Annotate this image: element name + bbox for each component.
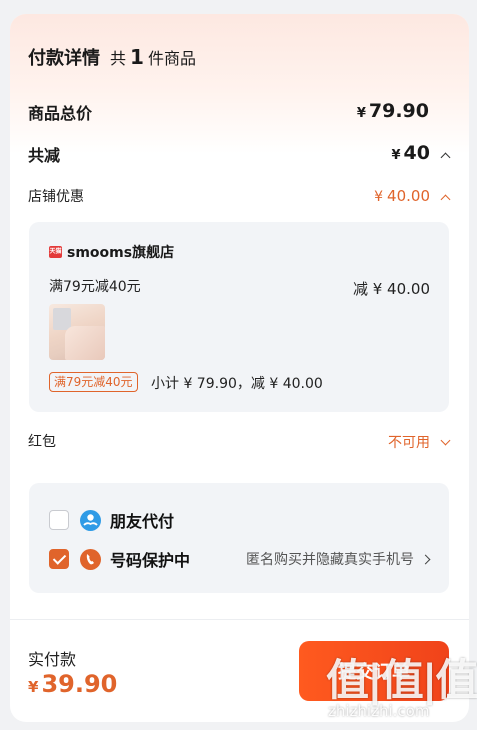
pay-amount: ¥ 39.90 [28, 670, 117, 698]
friend-pay-icon [80, 509, 101, 531]
promo-rule: 满79元减40元 [49, 279, 141, 295]
pay-amount-label: 实付款 [28, 650, 77, 669]
product-label-patch [53, 308, 71, 330]
total-price: ¥ 79.90 [357, 100, 429, 122]
store-discount-card: 天猫 smooms旗舰店 满79元减40元 减 ¥ 40.00 满79元减40元… [29, 222, 449, 412]
product-thumbnail[interactable] [49, 304, 105, 360]
total-currency: ¥ [356, 106, 366, 121]
footer-divider [10, 619, 469, 620]
friend-pay-checkbox[interactable] [49, 510, 69, 530]
header-gradient [10, 14, 469, 154]
store-discount-currency: ¥ [374, 189, 384, 205]
submit-order-button[interactable]: 提交订单 [299, 641, 449, 701]
red-packet-label: 红包 [28, 434, 56, 450]
discount-currency: ¥ [391, 148, 401, 163]
store-discount-toggle[interactable]: ¥ 40.00 [374, 187, 451, 205]
friend-pay-option[interactable]: 朋友代付 [49, 508, 174, 532]
item-count: 1 [130, 45, 144, 69]
total-value: 79.90 [368, 100, 429, 122]
payment-detail-sheet: 付款详情 共 1 件商品 商品总价 ¥ 79.90 共减 ¥ 40 店铺优惠 ¥… [10, 14, 469, 722]
tmall-icon: 天猫 [49, 246, 62, 258]
title-row: 付款详情 共 1 件商品 [28, 44, 196, 70]
pay-value: 39.90 [41, 670, 118, 698]
page-title: 付款详情 [28, 48, 100, 69]
discount-total-toggle[interactable]: ¥ 40 [391, 142, 451, 164]
item-count-prefix: 共 [110, 49, 127, 68]
item-count-suffix: 件商品 [147, 49, 196, 68]
discount-total-label: 共减 [28, 146, 61, 165]
number-protect-checkbox[interactable] [49, 549, 69, 569]
number-protect-label: 号码保护中 [110, 551, 191, 570]
red-packet-selector[interactable]: 不可用 [388, 432, 451, 452]
chevron-up-icon [440, 194, 451, 205]
chevron-right-icon [420, 554, 431, 564]
chevron-down-icon [440, 435, 451, 445]
product-fabric [65, 326, 105, 360]
red-packet-status: 不可用 [388, 435, 430, 451]
service-options-card: 朋友代付 号码保护中 匿名购买并隐藏真实手机号 [29, 483, 449, 593]
total-price-label: 商品总价 [28, 104, 93, 123]
number-protect-desc: 匿名购买并隐藏真实手机号 [246, 552, 414, 568]
store-subtotal: 小计 ¥ 79.90，减 ¥ 40.00 [151, 376, 323, 392]
friend-pay-label: 朋友代付 [110, 512, 175, 531]
chevron-up-icon [440, 152, 451, 163]
phone-shield-icon [80, 548, 101, 570]
discount-value: 40 [403, 142, 430, 164]
store-name: smooms旗舰店 [67, 245, 175, 261]
store-discount-value: 40.00 [387, 187, 430, 205]
promo-amount: 减 ¥ 40.00 [352, 280, 430, 298]
promo-tag: 满79元减40元 [49, 372, 138, 392]
store-name-row: 天猫 smooms旗舰店 [49, 242, 174, 262]
number-protect-option[interactable]: 号码保护中 匿名购买并隐藏真实手机号 [49, 547, 431, 571]
pay-currency: ¥ [28, 678, 39, 696]
store-discount-label: 店铺优惠 [28, 189, 84, 205]
